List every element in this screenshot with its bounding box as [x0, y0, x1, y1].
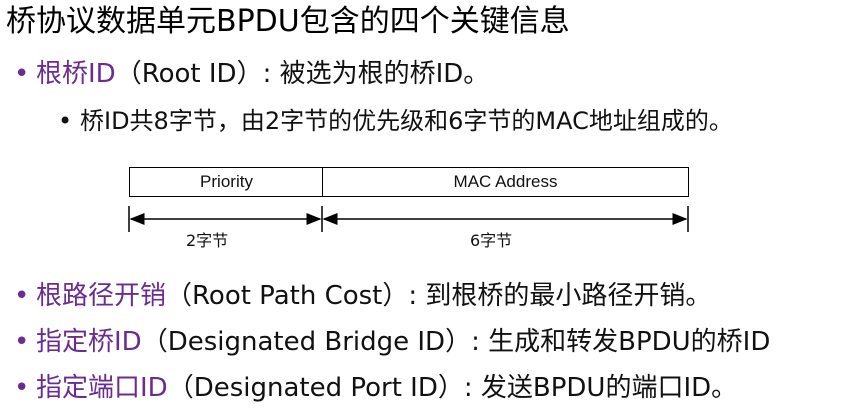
bullet-desc: : 到根桥的最小路径开销。 [408, 281, 712, 311]
bullet-desc: : 被选为根的桥ID。 [262, 59, 490, 89]
bullet-term: 根路径开销 [36, 281, 167, 311]
bullet-en: （Root ID） [115, 59, 263, 89]
priority-field-box: Priority [129, 167, 323, 197]
mac-size-label: 6字节 [470, 231, 513, 250]
slide-title: 桥协议数据单元BPDU包含的四个关键信息 [6, 4, 570, 39]
bullet-dot: • [14, 59, 30, 89]
bullet-desc: : 生成和转发BPDU的桥ID [471, 327, 771, 357]
bullet-term: 根桥ID [36, 59, 116, 89]
bullet-term: 指定端口ID [36, 373, 168, 403]
sub-bullet-bridge-id-size: • 桥ID共8字节，由2字节的优先级和6字节的MAC地址组成的。 [58, 104, 733, 138]
bullet-dot: • [14, 281, 30, 311]
mac-address-field-box: MAC Address [322, 167, 689, 197]
bullet-en: （Root Path Cost） [166, 281, 409, 311]
priority-size-label: 2字节 [186, 231, 229, 250]
bullet-designated-bridge-id: • 指定桥ID（Designated Bridge ID）: 生成和转发BPDU的… [14, 324, 770, 360]
bullet-desc: : 发送BPDU的端口ID。 [463, 373, 738, 403]
bullet-dot: • [14, 327, 30, 357]
bullet-term: 指定桥ID [36, 327, 142, 357]
bullet-en: （Designated Bridge ID） [141, 327, 472, 357]
bullet-root-id: • 根桥ID（Root ID）: 被选为根的桥ID。 [14, 56, 489, 92]
bullet-dot: • [14, 373, 30, 403]
bullet-designated-port-id: • 指定端口ID（Designated Port ID）: 发送BPDU的端口ID… [14, 370, 737, 406]
sub-bullet-text: 桥ID共8字节，由2字节的优先级和6字节的MAC地址组成的。 [80, 107, 733, 135]
bullet-root-path-cost: • 根路径开销（Root Path Cost）: 到根桥的最小路径开销。 [14, 278, 711, 314]
bullet-dot: • [58, 107, 73, 135]
bullet-en: （Designated Port ID） [167, 373, 464, 403]
